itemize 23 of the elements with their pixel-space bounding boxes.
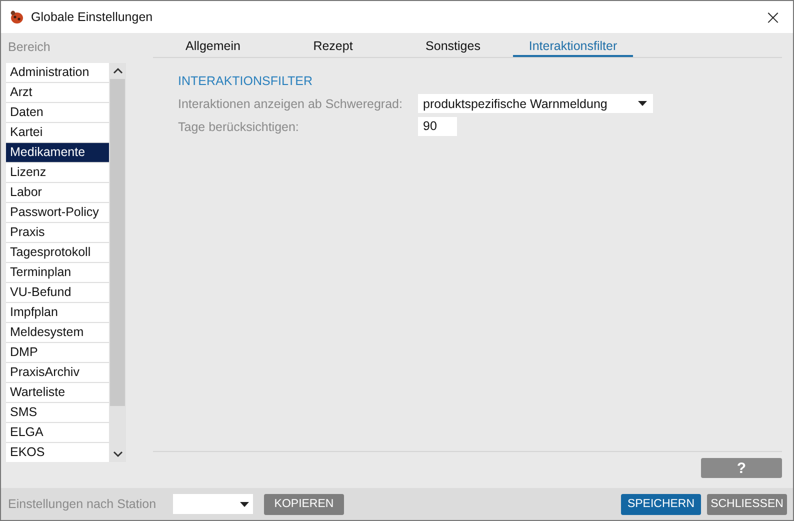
scroll-down-icon[interactable] xyxy=(112,450,122,458)
section-title: INTERAKTIONSFILTER xyxy=(178,74,314,88)
save-button[interactable]: SPEICHERN xyxy=(621,494,701,514)
copy-button[interactable]: KOPIEREN xyxy=(264,494,344,514)
tab[interactable]: Interaktionsfilter xyxy=(513,38,633,57)
station-label: Einstellungen nach Station xyxy=(8,497,158,511)
sidebar-label: Bereich xyxy=(7,39,52,56)
close-button[interactable]: SCHLIESSEN xyxy=(707,494,787,514)
caret-icon xyxy=(240,502,249,506)
scrollbar[interactable] xyxy=(109,63,126,462)
tab[interactable]: Rezept xyxy=(273,38,393,57)
scroll-up-icon[interactable] xyxy=(112,67,122,75)
input-field[interactable]: 90 xyxy=(418,117,457,136)
dropdown[interactable]: produktspezifische Warnmeldung xyxy=(418,94,653,113)
caret-icon xyxy=(638,101,647,106)
window-title: Globale Einstellungen xyxy=(31,10,153,24)
sidebar-item[interactable]: Medikamente xyxy=(6,143,109,163)
ladybug-icon xyxy=(9,9,25,25)
tab[interactable]: Allgemein xyxy=(153,38,273,57)
field-label: Interaktionen anzeigen ab Schweregrad: xyxy=(178,96,404,110)
tab[interactable]: Sonstiges xyxy=(393,38,513,57)
close-button[interactable]: × xyxy=(753,1,793,33)
field-label: Tage berücksichtigen: xyxy=(178,120,300,134)
